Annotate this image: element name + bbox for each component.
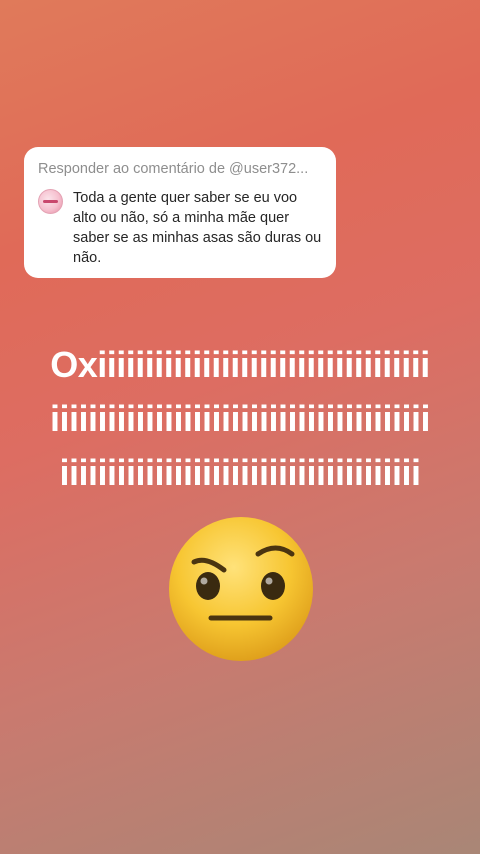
story-text: Oxiiiiiiiiiiiiiiiiiiiiiiiiiiiiiiiiiii ii… — [0, 338, 480, 500]
comment-text: Toda a gente quer saber se eu voo alto o… — [73, 190, 322, 266]
reply-header: Responder ao comentário de @user372... — [38, 161, 309, 177]
reply-body: Toda a gente quer saber se eu voo alto o… — [38, 188, 322, 268]
raised-eyebrow-face-icon — [166, 514, 316, 664]
story-text-line-3: iiiiiiiiiiiiiiiiiiiiiiiiiiiiiiiiiiiiii — [59, 452, 421, 493]
story-text-line-2: iiiiiiiiiiiiiiiiiiiiiiiiiiiiiiiiiiiiiiii — [49, 398, 431, 439]
reply-comment-card[interactable]: Responder ao comentário de @user372... T… — [24, 147, 336, 278]
commenter-avatar — [38, 189, 63, 214]
story-text-line-1: Oxiiiiiiiiiiiiiiiiiiiiiiiiiiiiiiiiiii — [50, 344, 430, 385]
